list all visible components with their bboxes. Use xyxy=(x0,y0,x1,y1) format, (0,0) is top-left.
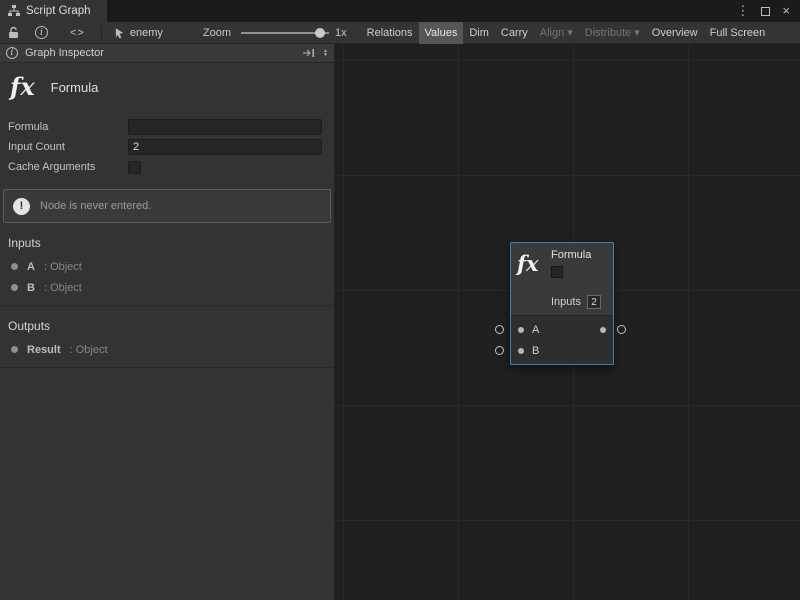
zoom-slider[interactable] xyxy=(241,22,329,44)
unit-title-block: fx Formula xyxy=(0,63,334,111)
node-title: Formula xyxy=(551,249,591,261)
cache-arguments-field-row: Cache Arguments xyxy=(0,157,334,177)
info-button[interactable]: i xyxy=(35,22,48,44)
section-divider xyxy=(0,367,334,368)
toolbar-buttons: Relations Values Dim Carry Align ▾ Distr… xyxy=(361,22,772,44)
align-dropdown[interactable]: Align ▾ xyxy=(534,22,579,44)
input-count-label: Input Count xyxy=(8,141,128,153)
code-view-button[interactable]: <> xyxy=(70,22,85,44)
chevron-down-icon: ▾ xyxy=(567,22,573,44)
list-item: A : Object xyxy=(0,256,334,277)
edge-connector-b-icon[interactable] xyxy=(495,346,504,355)
window-tab-bar: Script Graph ⋮ × xyxy=(0,0,800,22)
list-item: Result : Object xyxy=(0,339,334,360)
edge-connector-a-icon[interactable] xyxy=(495,325,504,334)
formula-node[interactable]: fx Formula Inputs 2 A B xyxy=(510,242,614,365)
script-graph-icon xyxy=(8,5,20,17)
overview-button[interactable]: Overview xyxy=(646,22,704,44)
graph-canvas[interactable]: fx Formula Inputs 2 A B xyxy=(335,44,800,600)
zoom-value: 1x xyxy=(335,27,347,39)
chevron-down-icon: ▾ xyxy=(634,22,640,44)
target-object-label: enemy xyxy=(130,27,163,39)
formula-fx-icon: fx xyxy=(517,249,543,293)
graph-toolbar: i <> enemy Zoom 1x Relations Values Dim … xyxy=(0,22,800,44)
carry-button[interactable]: Carry xyxy=(495,22,534,44)
lock-icon xyxy=(8,26,19,39)
output-port-result-icon[interactable] xyxy=(600,327,606,333)
distribute-dropdown[interactable]: Distribute ▾ xyxy=(579,22,646,44)
dock-panel-icon[interactable] xyxy=(302,48,315,58)
port-dot-icon xyxy=(11,263,18,270)
port-dot-icon xyxy=(11,284,18,291)
formula-fx-icon: fx xyxy=(10,75,35,99)
node-inputs-label: Inputs xyxy=(551,296,581,308)
tab-label: Script Graph xyxy=(26,5,91,17)
toolbar-separator xyxy=(101,26,102,40)
warning-icon: ! xyxy=(13,198,30,215)
tab-script-graph[interactable]: Script Graph xyxy=(0,0,107,22)
formula-input[interactable] xyxy=(128,119,322,135)
formula-field-label: Formula xyxy=(8,121,128,133)
menu-icon[interactable]: ⋮ xyxy=(736,0,749,22)
cache-arguments-checkbox[interactable] xyxy=(128,161,141,174)
close-icon[interactable]: × xyxy=(782,0,790,22)
target-cursor-icon xyxy=(114,27,125,39)
lock-button[interactable] xyxy=(8,22,19,44)
panel-scroll-spinner[interactable]: ▲ ▼ xyxy=(323,49,328,57)
edge-connector-result-icon[interactable] xyxy=(617,325,626,334)
warning-banner: ! Node is never entered. xyxy=(3,189,331,223)
code-icon: <> xyxy=(70,27,85,39)
outputs-section: Outputs Result : Object xyxy=(0,306,334,368)
inputs-section-header: Inputs xyxy=(0,223,334,256)
port-dot-icon xyxy=(11,346,18,353)
node-header: fx Formula Inputs 2 xyxy=(511,243,613,315)
inspector-header: i Graph Inspector ▲ ▼ xyxy=(0,44,334,63)
input-port-a-icon[interactable] xyxy=(518,327,524,333)
inputs-section: Inputs A : Object B : Object xyxy=(0,223,334,306)
input-count-input[interactable] xyxy=(128,139,322,155)
values-button[interactable]: Values xyxy=(419,22,464,44)
node-port-row-b: B xyxy=(511,340,613,361)
input-count-field-row: Input Count xyxy=(0,137,334,157)
list-item: B : Object xyxy=(0,277,334,298)
unit-title: Formula xyxy=(51,80,99,95)
zoom-slider-knob[interactable] xyxy=(315,28,325,38)
zoom-label: Zoom xyxy=(203,27,231,39)
node-formula-checkbox[interactable] xyxy=(551,266,563,278)
node-body: A B xyxy=(511,315,613,364)
target-object-chip[interactable]: enemy xyxy=(114,27,163,39)
spinner-down-icon[interactable]: ▼ xyxy=(323,53,328,57)
relations-button[interactable]: Relations xyxy=(361,22,419,44)
inspector-fields: Formula Input Count Cache Arguments xyxy=(0,117,334,177)
graph-inspector-panel: i Graph Inspector ▲ ▼ fx Formula Formula… xyxy=(0,44,335,600)
cache-arguments-label: Cache Arguments xyxy=(8,161,128,173)
info-icon: i xyxy=(6,47,18,59)
warning-text: Node is never entered. xyxy=(40,200,151,212)
info-icon: i xyxy=(35,26,48,39)
outputs-section-header: Outputs xyxy=(0,306,334,339)
dim-button[interactable]: Dim xyxy=(463,22,495,44)
node-port-row-a: A xyxy=(511,319,613,340)
maximize-icon[interactable] xyxy=(761,7,770,16)
inspector-title: Graph Inspector xyxy=(25,47,104,59)
full-screen-button[interactable]: Full Screen xyxy=(704,22,772,44)
input-port-b-icon[interactable] xyxy=(518,348,524,354)
window-controls: ⋮ × xyxy=(736,0,800,22)
formula-field-row: Formula xyxy=(0,117,334,137)
node-input-count-field[interactable]: 2 xyxy=(587,295,601,309)
